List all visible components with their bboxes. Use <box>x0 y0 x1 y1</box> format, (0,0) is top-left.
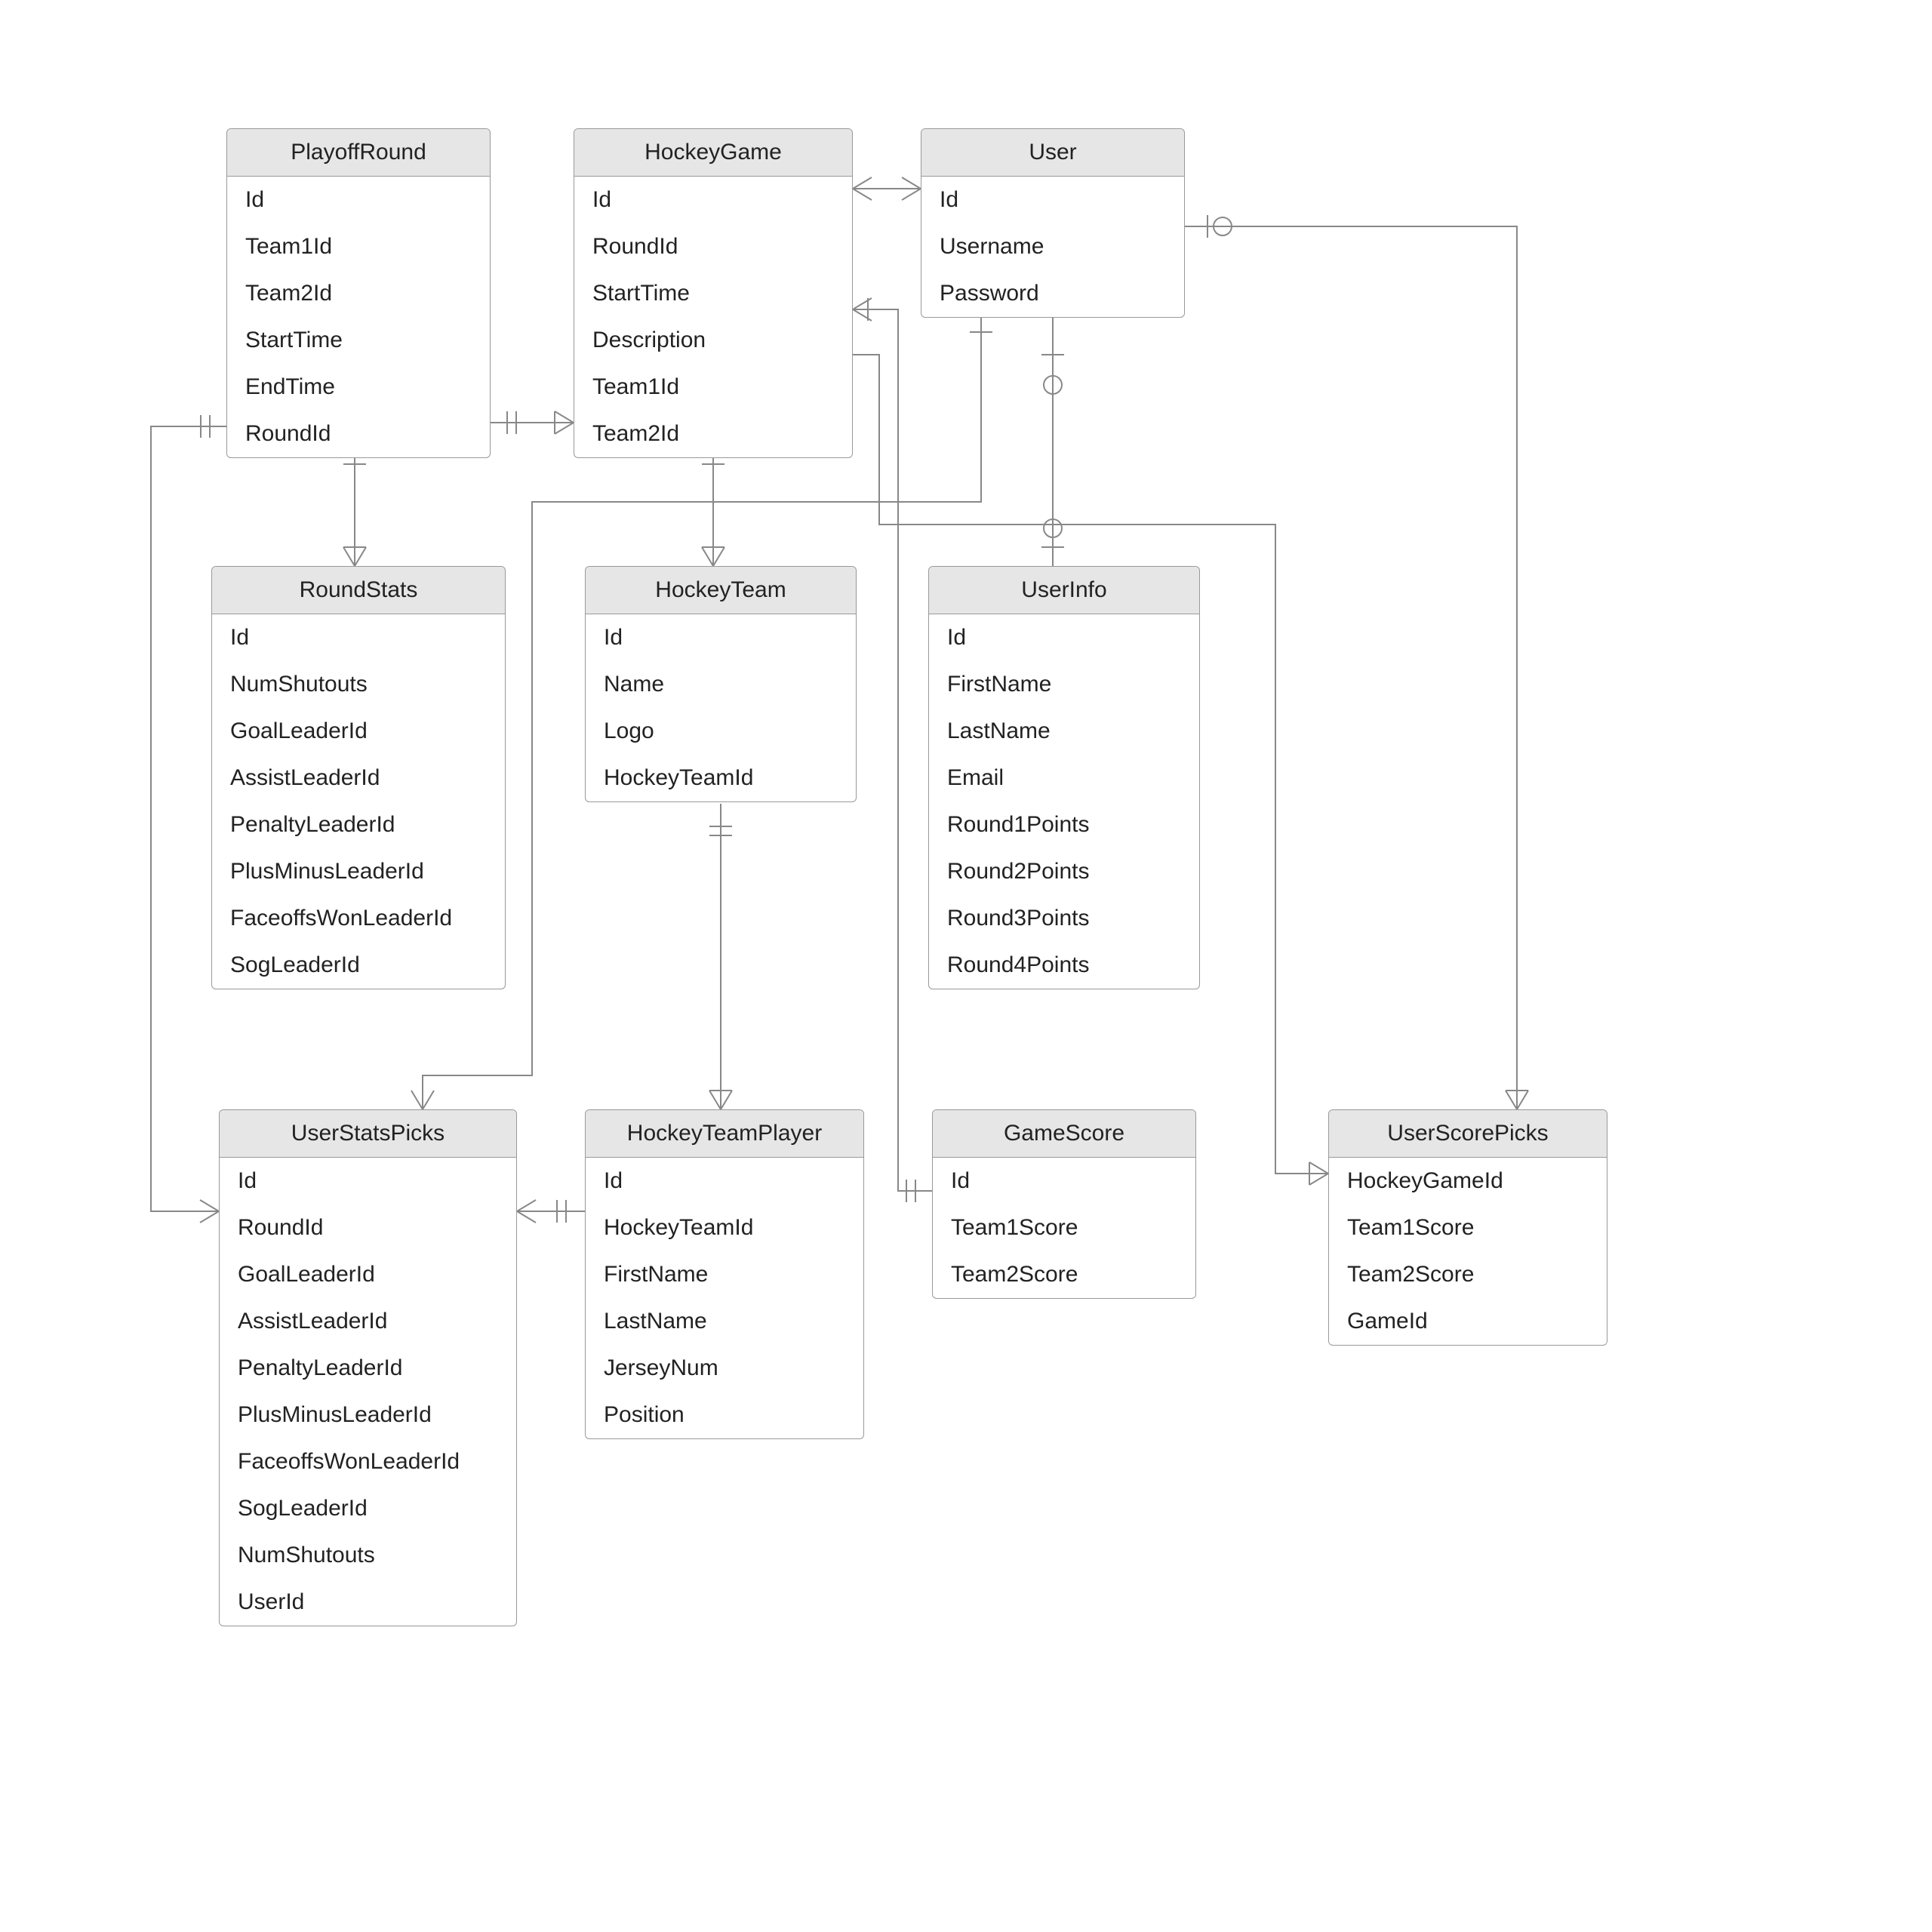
entity-field: FirstName <box>586 1251 863 1298</box>
entity-field: PenaltyLeaderId <box>220 1345 516 1392</box>
entity-field: PenaltyLeaderId <box>212 801 505 848</box>
entity-field: Id <box>574 177 852 223</box>
entity-field: LastName <box>586 1298 863 1345</box>
entity-userscorepicks: UserScorePicksHockeyGameIdTeam1ScoreTeam… <box>1328 1109 1607 1346</box>
entity-header: PlayoffRound <box>227 129 490 177</box>
entity-hockeyteam: HockeyTeamIdNameLogoHockeyTeamId <box>585 566 857 802</box>
entity-header: HockeyGame <box>574 129 852 177</box>
entity-field: GameId <box>1329 1298 1607 1345</box>
entity-field: Description <box>574 317 852 364</box>
entity-header: GameScore <box>933 1110 1195 1158</box>
entity-field: HockeyTeamId <box>586 755 856 801</box>
entity-gamescore: GameScoreIdTeam1ScoreTeam2Score <box>932 1109 1196 1299</box>
entity-field: FirstName <box>929 661 1199 708</box>
entity-field: FaceoffsWonLeaderId <box>220 1438 516 1485</box>
entity-hockeygame: HockeyGameIdRoundIdStartTimeDescriptionT… <box>574 128 853 458</box>
entity-roundstats: RoundStatsIdNumShutoutsGoalLeaderIdAssis… <box>211 566 506 989</box>
entity-field: FaceoffsWonLeaderId <box>212 895 505 942</box>
entity-field: EndTime <box>227 364 490 411</box>
entity-field: GoalLeaderId <box>212 708 505 755</box>
entity-field: NumShutouts <box>220 1532 516 1579</box>
entity-field: Name <box>586 661 856 708</box>
entity-hockeyteamplayer: HockeyTeamPlayerIdHockeyTeamIdFirstNameL… <box>585 1109 864 1439</box>
entity-field: Logo <box>586 708 856 755</box>
entity-field: SogLeaderId <box>212 942 505 989</box>
entity-header: UserStatsPicks <box>220 1110 516 1158</box>
entity-header: UserInfo <box>929 567 1199 614</box>
entity-field: Id <box>586 1158 863 1204</box>
entity-field: Id <box>220 1158 516 1204</box>
entity-field: HockeyGameId <box>1329 1158 1607 1204</box>
entity-header: User <box>921 129 1184 177</box>
entity-field: Id <box>227 177 490 223</box>
entity-field: Password <box>921 270 1184 317</box>
entity-field: UserId <box>220 1579 516 1626</box>
entity-field: Team2Id <box>574 411 852 457</box>
entity-field: Id <box>212 614 505 661</box>
entity-header: HockeyTeamPlayer <box>586 1110 863 1158</box>
entity-field: Round4Points <box>929 942 1199 989</box>
entity-userinfo: UserInfoIdFirstNameLastNameEmailRound1Po… <box>928 566 1200 989</box>
entity-field: PlusMinusLeaderId <box>220 1392 516 1438</box>
entity-field: SogLeaderId <box>220 1485 516 1532</box>
entity-field: RoundId <box>220 1204 516 1251</box>
entity-header: UserScorePicks <box>1329 1110 1607 1158</box>
entity-field: Id <box>921 177 1184 223</box>
entity-field: Team2Score <box>1329 1251 1607 1298</box>
entity-field: GoalLeaderId <box>220 1251 516 1298</box>
entity-field: Id <box>929 614 1199 661</box>
entity-field: AssistLeaderId <box>220 1298 516 1345</box>
entity-field: PlusMinusLeaderId <box>212 848 505 895</box>
entity-field: Team1Score <box>933 1204 1195 1251</box>
entity-field: Team1Id <box>227 223 490 270</box>
entity-field: Email <box>929 755 1199 801</box>
entity-header: HockeyTeam <box>586 567 856 614</box>
entity-field: Round2Points <box>929 848 1199 895</box>
entity-field: HockeyTeamId <box>586 1204 863 1251</box>
entity-userstatspicks: UserStatsPicksIdRoundIdGoalLeaderIdAssis… <box>219 1109 517 1626</box>
entity-field: Team1Score <box>1329 1204 1607 1251</box>
entity-user: UserIdUsernamePassword <box>921 128 1185 318</box>
entity-field: Team2Id <box>227 270 490 317</box>
entity-field: Id <box>933 1158 1195 1204</box>
entity-field: NumShutouts <box>212 661 505 708</box>
entity-field: Position <box>586 1392 863 1438</box>
entity-field: Round1Points <box>929 801 1199 848</box>
entity-field: RoundId <box>574 223 852 270</box>
entity-field: StartTime <box>227 317 490 364</box>
entity-field: AssistLeaderId <box>212 755 505 801</box>
entity-field: RoundId <box>227 411 490 457</box>
entity-field: Round3Points <box>929 895 1199 942</box>
entity-header: RoundStats <box>212 567 505 614</box>
er-diagram-canvas: PlayoffRoundIdTeam1IdTeam2IdStartTimeEnd… <box>0 0 1932 1932</box>
entity-field: StartTime <box>574 270 852 317</box>
entity-field: Team1Id <box>574 364 852 411</box>
entity-field: LastName <box>929 708 1199 755</box>
entity-field: Username <box>921 223 1184 270</box>
entity-field: Id <box>586 614 856 661</box>
entity-field: Team2Score <box>933 1251 1195 1298</box>
entity-field: JerseyNum <box>586 1345 863 1392</box>
entity-playoffround: PlayoffRoundIdTeam1IdTeam2IdStartTimeEnd… <box>226 128 491 458</box>
